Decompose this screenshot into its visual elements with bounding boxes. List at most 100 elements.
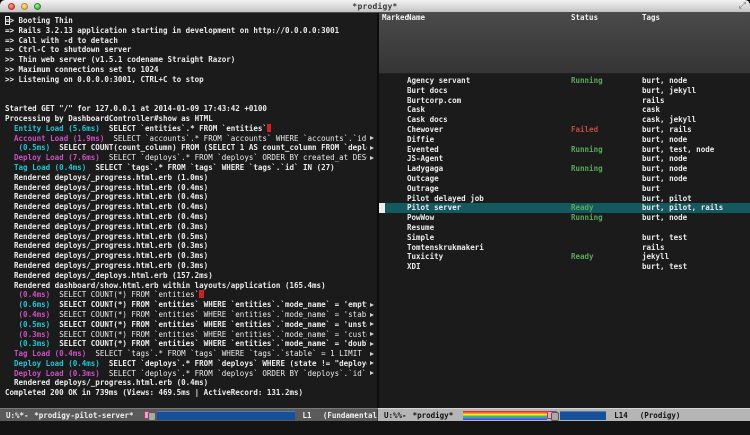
- service-tags: burt, node: [642, 135, 687, 145]
- service-name: Ladygaga: [407, 164, 443, 174]
- service-status: Running: [571, 76, 603, 86]
- service-name: Pilot delayed job: [407, 194, 484, 204]
- service-tags: burt, jekyll: [642, 86, 696, 96]
- service-row[interactable]: Ladygaga Running burt, node: [379, 164, 750, 174]
- modeline-line-number: L14: [614, 411, 628, 420]
- service-tags: burt, rails: [642, 125, 692, 135]
- service-row[interactable]: PowWowRunningburt, node: [379, 213, 750, 223]
- modeline-buffer-name: *prodigy-pilot-server*: [34, 411, 133, 420]
- service-status: Running: [571, 164, 603, 174]
- service-tags: burt, node: [642, 76, 687, 86]
- log-line: Completed 200 OK in 739ms (Views: 469.5m…: [5, 388, 377, 398]
- service-name: Simple: [407, 233, 434, 243]
- service-row[interactable]: Simple burt, test: [379, 233, 750, 243]
- service-row[interactable]: JS-Agentburt, node: [379, 154, 750, 164]
- service-row[interactable]: Outrageburt: [379, 184, 750, 194]
- truncation-fringe-icon: [370, 352, 374, 356]
- trailing-whitespace-highlight: [267, 124, 272, 132]
- service-row[interactable]: Pilot serverReadyburt, pilot, rails: [379, 203, 750, 213]
- truncation-fringe-icon: [370, 332, 374, 336]
- window-title: *prodigy*: [0, 2, 750, 11]
- modeline-status-flags: U:%*-: [6, 411, 29, 420]
- modeline-buffer-name: *prodigy*: [413, 411, 454, 420]
- log-line: Deploy Load (0.3ms) SELECT `deploys`.* F…: [5, 369, 377, 379]
- cursor-block: [379, 203, 385, 213]
- nyan-rainbow: [463, 411, 547, 420]
- log-line: Rendered deploys/_progress.html.erb (0.4…: [5, 202, 377, 212]
- titlebar[interactable]: *prodigy* ⤢: [0, 0, 750, 13]
- log-line: Rendered deploys/_progress.html.erb (0.3…: [5, 251, 377, 261]
- service-status: Running: [571, 145, 603, 155]
- service-name: Pilot server: [407, 203, 461, 213]
- service-status: Ready: [571, 252, 594, 262]
- log-line: (0.5ms) SELECT COUNT(*) FROM `entities` …: [5, 320, 377, 330]
- service-tags: burt, pilot: [642, 194, 692, 204]
- modeline-prodigy: U:%%- *prodigy* L14 (Prodigy): [377, 408, 750, 421]
- truncation-fringe-icon: [370, 342, 374, 346]
- service-tags: burt, node: [642, 213, 687, 223]
- service-tags: burt, test: [642, 262, 687, 272]
- service-row[interactable]: Caskcask: [379, 105, 750, 115]
- log-line: Rendered dashboard/show.html.erb within …: [5, 281, 377, 291]
- log-line: Rendered deploys/_progress.html.erb (0.4…: [5, 183, 377, 193]
- service-tags: rails: [642, 96, 665, 106]
- service-tags: rails: [642, 243, 665, 253]
- log-line: [5, 94, 377, 104]
- service-status: Failed: [571, 125, 598, 135]
- service-tags: burt, node: [642, 174, 687, 184]
- column-header-name: Name: [407, 13, 425, 23]
- service-name: Diffie: [407, 135, 434, 145]
- modeline-major-mode: (Fundamental: [323, 411, 377, 420]
- modeline-line-number: L1: [303, 411, 312, 420]
- log-line: Rendered deploys/_deploys.html.erb (157.…: [5, 271, 377, 281]
- rails-log-buffer[interactable]: => Booting Thin=> Rails 3.2.13 applicati…: [0, 13, 377, 408]
- service-row[interactable]: Burtcorp.comrails: [379, 96, 750, 106]
- service-row[interactable]: TuxicityReadyjekyll: [379, 252, 750, 262]
- service-row[interactable]: Cask docscask, jekyll: [379, 115, 750, 125]
- log-line: Rendered deploys/_progress.html.erb (0.3…: [5, 241, 377, 251]
- service-row[interactable]: Outcageburt, node: [379, 174, 750, 184]
- log-line: (0.4ms) SELECT COUNT(*) FROM `entities`: [5, 290, 377, 300]
- service-row[interactable]: Resume: [379, 223, 750, 233]
- modeline-status-flags: U:%%-: [384, 411, 407, 420]
- service-tags: jekyll: [642, 252, 669, 262]
- log-line: => Rails 3.2.13 application starting in …: [5, 26, 377, 36]
- service-status: Running: [571, 213, 603, 223]
- truncation-fringe-icon: [370, 371, 374, 375]
- column-header-status: Status: [571, 13, 598, 23]
- log-line: (0.4ms) SELECT COUNT(*) FROM `entities` …: [5, 310, 377, 320]
- service-row[interactable]: Diffie burt, node: [379, 135, 750, 145]
- service-row[interactable]: EventedRunningburt, test, node: [379, 145, 750, 155]
- log-line: Account Load (1.9ms) SELECT `accounts`.*…: [5, 134, 377, 144]
- service-name: Tomtenskrukmakeri: [407, 243, 484, 253]
- service-tags: burt, test: [642, 233, 687, 243]
- service-row[interactable]: Pilot delayed job burt, pilot: [379, 194, 750, 204]
- nyan-cat-icon: [144, 411, 154, 419]
- log-line: Processing by DashboardController#show a…: [5, 114, 377, 124]
- service-row[interactable]: ChewoverFailedburt, rails: [379, 125, 750, 135]
- nyan-cat-icon: [547, 411, 557, 419]
- prodigy-buffer[interactable]: Marked Name Status Tags Agency servantRu…: [379, 13, 750, 408]
- minibuffer[interactable]: [0, 421, 750, 435]
- service-row[interactable]: Tomtenskrukmakeri rails: [379, 243, 750, 253]
- log-line: Rendered deploys/_progress.html.erb (1.0…: [5, 173, 377, 183]
- log-line: >> Maximum connections set to 1024: [5, 65, 377, 75]
- log-line: Rendered deploys/_progress.html.erb (0.3…: [5, 222, 377, 232]
- service-name: XDI: [407, 262, 421, 272]
- service-name: Agency servant: [407, 76, 470, 86]
- service-list: Agency servantRunningburt, nodeBurt docs…: [379, 74, 750, 272]
- log-line: Rendered deploys/_progress.html.erb (0.4…: [5, 192, 377, 202]
- log-line: >> Listening on 0.0.0.0:3001, CTRL+C to …: [5, 75, 377, 85]
- service-row[interactable]: Burt docs burt, jekyll: [379, 86, 750, 96]
- resize-icon[interactable]: ⤢: [739, 1, 746, 11]
- service-row[interactable]: XDI burt, test: [379, 262, 750, 272]
- service-row[interactable]: Agency servant Running burt, node: [379, 76, 750, 86]
- log-line: (0.3ms) SELECT COUNT(*) FROM `entities` …: [5, 339, 377, 349]
- truncation-fringe-icon: [370, 136, 374, 140]
- truncation-fringe-icon: [370, 156, 374, 160]
- service-name: Burt docs: [407, 86, 448, 96]
- log-line: (0.3ms) SELECT COUNT(*) FROM `entities` …: [5, 330, 377, 340]
- service-tags: burt, node: [642, 164, 687, 174]
- service-name: Evented: [407, 145, 439, 155]
- log-line: Rendered deploys/_progress.html.erb (0.3…: [5, 261, 377, 271]
